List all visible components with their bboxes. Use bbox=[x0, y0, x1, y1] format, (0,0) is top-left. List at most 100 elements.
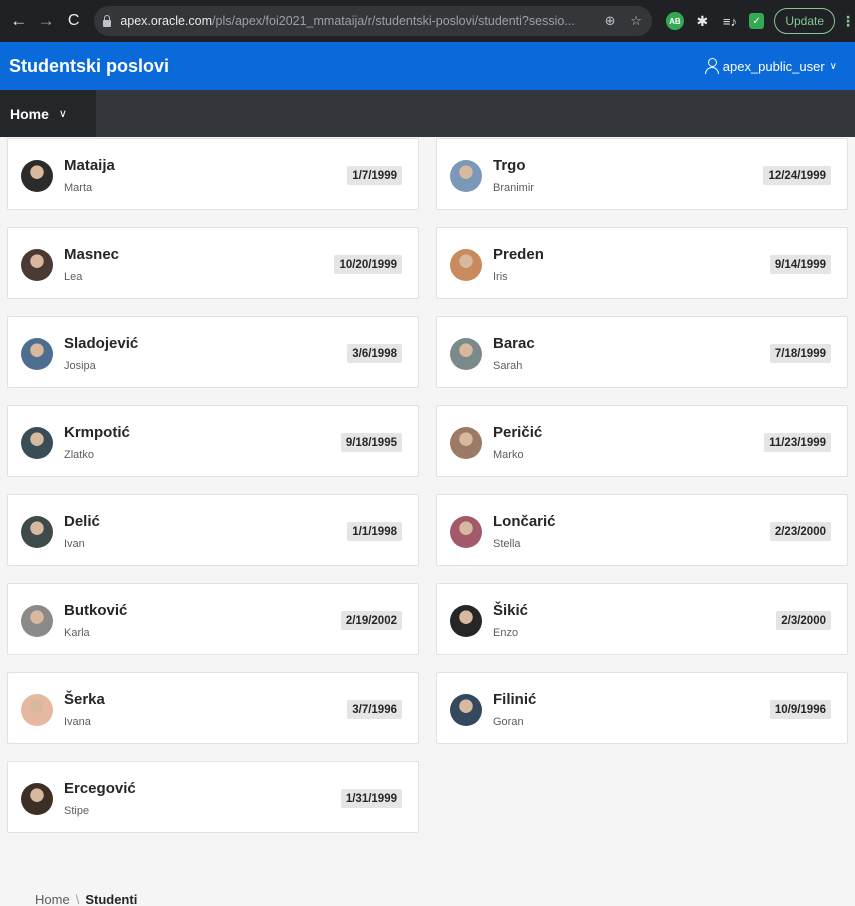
student-avatar bbox=[21, 694, 53, 726]
student-card[interactable]: Peričić Marko 11/23/1999 bbox=[436, 405, 848, 477]
zoom-icon[interactable]: ⊕ bbox=[602, 13, 618, 29]
student-avatar bbox=[450, 427, 482, 459]
student-surname: Mataija bbox=[64, 157, 115, 174]
student-card[interactable]: Ercegović Stipe 1/31/1999 bbox=[7, 761, 419, 833]
user-icon bbox=[704, 58, 719, 74]
student-firstname: Josipa bbox=[64, 360, 96, 372]
student-surname: Šerka bbox=[64, 691, 105, 708]
student-card[interactable]: Filinić Goran 10/9/1996 bbox=[436, 672, 848, 744]
student-avatar bbox=[450, 160, 482, 192]
student-firstname: Ivan bbox=[64, 538, 85, 550]
media-queue-icon[interactable]: ≡♪ bbox=[721, 12, 739, 30]
student-avatar bbox=[21, 605, 53, 637]
lock-icon[interactable] bbox=[102, 15, 112, 27]
student-avatar bbox=[450, 694, 482, 726]
student-firstname: Stipe bbox=[64, 805, 90, 817]
birthdate-badge: 3/7/1996 bbox=[347, 700, 402, 719]
birthdate-badge: 10/20/1999 bbox=[334, 255, 402, 274]
address-bar[interactable]: apex.oracle.com/pls/apex/foi2021_mmataij… bbox=[94, 6, 653, 36]
student-card[interactable]: Lončarić Stella 2/23/2000 bbox=[436, 494, 848, 566]
birthdate-badge: 11/23/1999 bbox=[764, 433, 831, 452]
student-card[interactable]: Butković Karla 2/19/2002 bbox=[7, 583, 419, 655]
student-avatar bbox=[450, 338, 482, 370]
student-card[interactable]: Sladojević Josipa 3/6/1998 bbox=[7, 316, 419, 388]
student-surname: Lončarić bbox=[493, 513, 556, 530]
student-avatar bbox=[450, 249, 482, 281]
reload-icon[interactable]: C bbox=[63, 10, 84, 32]
student-surname: Šikić bbox=[493, 602, 529, 619]
forward-arrow-icon[interactable]: → bbox=[35, 10, 56, 32]
student-avatar bbox=[21, 427, 53, 459]
student-firstname: Branimir bbox=[493, 182, 534, 194]
student-firstname: Stella bbox=[493, 538, 521, 550]
student-surname: Ercegović bbox=[64, 780, 136, 797]
student-card[interactable]: Šikić Enzo 2/3/2000 bbox=[436, 583, 848, 655]
chevron-down-icon: ∨ bbox=[829, 60, 837, 72]
student-avatar bbox=[21, 249, 53, 281]
student-firstname: Lea bbox=[64, 271, 83, 283]
student-firstname: Karla bbox=[64, 627, 90, 639]
extensions-puzzle-icon[interactable]: ✱ bbox=[694, 12, 712, 30]
menu-item-home[interactable]: Home ∨ bbox=[0, 90, 96, 137]
student-surname: Peričić bbox=[493, 424, 543, 441]
student-surname: Filinić bbox=[493, 691, 537, 708]
birthdate-badge: 9/18/1995 bbox=[340, 433, 402, 452]
student-firstname: Marko bbox=[493, 449, 524, 461]
birthdate-badge: 2/3/2000 bbox=[776, 611, 831, 630]
student-card[interactable]: Delić Ivan 1/1/1998 bbox=[7, 494, 419, 566]
student-card[interactable]: Krmpotić Zlatko 9/18/1995 bbox=[7, 405, 419, 477]
student-card[interactable]: Masnec Lea 10/20/1999 bbox=[7, 227, 419, 299]
student-firstname: Marta bbox=[64, 182, 93, 194]
student-card[interactable]: Trgo Branimir 12/24/1999 bbox=[436, 138, 848, 210]
adblock-extension-icon[interactable]: AB bbox=[666, 12, 684, 30]
student-surname: Sladojević bbox=[64, 335, 139, 352]
user-name: apex_public_user bbox=[722, 58, 825, 74]
user-menu[interactable]: apex_public_user ∨ bbox=[704, 58, 837, 74]
chevron-down-icon: ∨ bbox=[58, 108, 67, 120]
browser-toolbar: ← → C apex.oracle.com/pls/apex/foi2021_m… bbox=[0, 0, 855, 42]
student-firstname: Zlatko bbox=[64, 449, 94, 461]
app-header: Studentski poslovi apex_public_user ∨ bbox=[0, 42, 855, 90]
birthdate-badge: 9/14/1999 bbox=[769, 255, 831, 274]
birthdate-badge: 3/6/1998 bbox=[347, 344, 402, 363]
student-surname: Butković bbox=[64, 602, 128, 619]
birthdate-badge: 1/1/1998 bbox=[347, 522, 402, 541]
bookmark-star-icon[interactable]: ☆ bbox=[628, 13, 644, 29]
student-surname: Masnec bbox=[64, 246, 120, 263]
birthdate-badge: 7/18/1999 bbox=[769, 344, 831, 363]
student-avatar bbox=[21, 338, 53, 370]
back-arrow-icon[interactable]: ← bbox=[8, 10, 29, 32]
student-firstname: Iris bbox=[493, 271, 508, 283]
student-card[interactable]: Šerka Ivana 3/7/1996 bbox=[7, 672, 419, 744]
url-path: /pls/apex/foi2021_mmataija/r/studentski-… bbox=[212, 14, 575, 28]
url-host: apex.oracle.com bbox=[120, 14, 213, 28]
birthdate-badge: 2/23/2000 bbox=[769, 522, 831, 541]
browser-menu-icon[interactable]: ⋮ bbox=[841, 13, 855, 30]
student-firstname: Goran bbox=[493, 716, 524, 728]
birthdate-badge: 1/7/1999 bbox=[347, 166, 402, 185]
update-button[interactable]: Update bbox=[774, 8, 836, 34]
student-avatar bbox=[21, 516, 53, 548]
breadcrumb-current: Studenti bbox=[85, 892, 138, 906]
menu-item-label: Home bbox=[10, 105, 49, 122]
navigation-menu-bar: Home ∨ bbox=[0, 90, 855, 137]
student-avatar bbox=[450, 605, 482, 637]
student-surname: Preden bbox=[493, 246, 544, 263]
student-avatar bbox=[450, 516, 482, 548]
birthdate-badge: 2/19/2002 bbox=[340, 611, 402, 630]
student-card[interactable]: Mataija Marta 1/7/1999 bbox=[7, 138, 419, 210]
student-firstname: Enzo bbox=[493, 627, 519, 639]
student-surname: Krmpotić bbox=[64, 424, 130, 441]
student-card[interactable]: Preden Iris 9/14/1999 bbox=[436, 227, 848, 299]
student-firstname: Sarah bbox=[493, 360, 523, 372]
student-card[interactable]: Barac Sarah 7/18/1999 bbox=[436, 316, 848, 388]
student-surname: Barac bbox=[493, 335, 535, 352]
breadcrumb: Home \ Studenti bbox=[35, 892, 137, 906]
checkmark-extension-icon[interactable]: ✓ bbox=[748, 13, 765, 29]
student-surname: Trgo bbox=[493, 157, 526, 174]
birthdate-badge: 1/31/1999 bbox=[340, 789, 402, 808]
breadcrumb-home[interactable]: Home bbox=[35, 892, 70, 906]
app-title[interactable]: Studentski poslovi bbox=[9, 56, 169, 77]
student-surname: Delić bbox=[64, 513, 100, 530]
student-firstname: Ivana bbox=[64, 716, 91, 728]
